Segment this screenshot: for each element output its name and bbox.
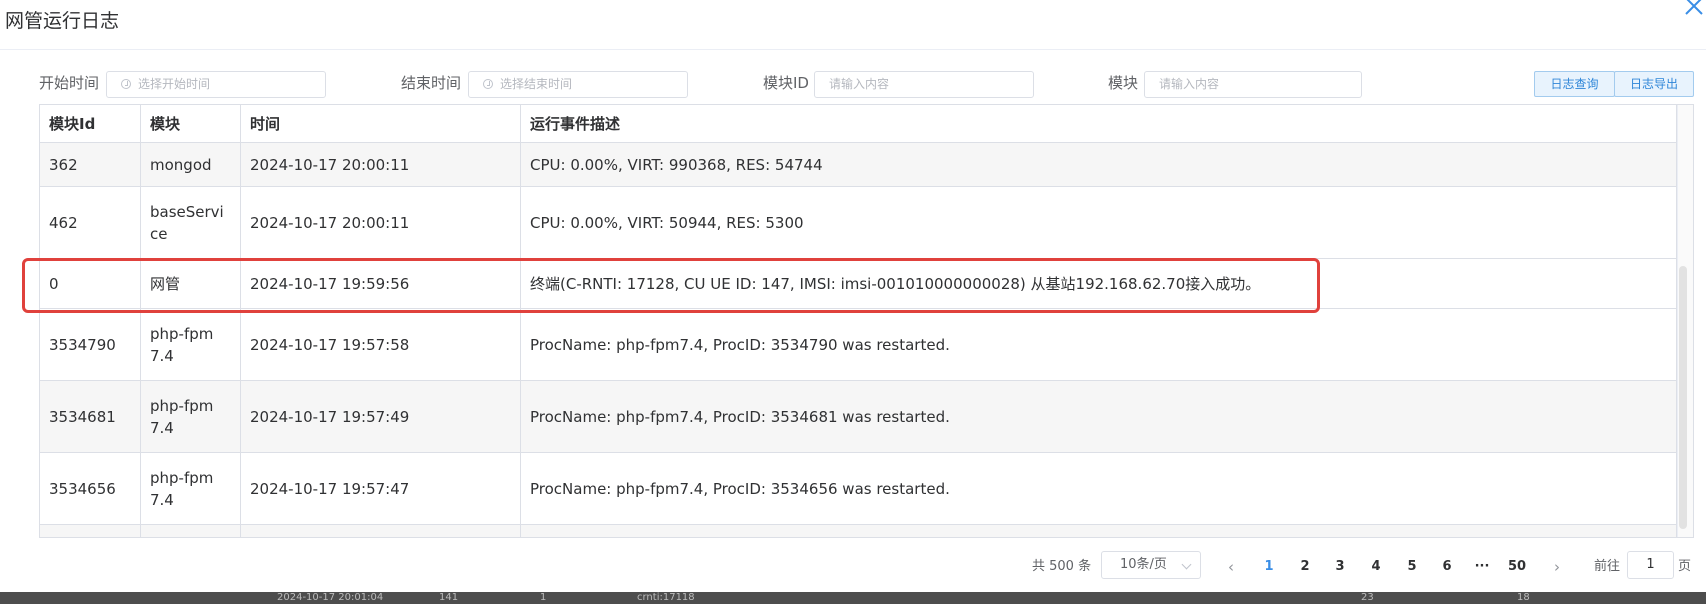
background-cell: 18: [1517, 592, 1530, 603]
chevron-down-icon: [1181, 559, 1192, 570]
prev-page-icon[interactable]: ‹: [1221, 553, 1241, 581]
end-time-picker[interactable]: 选择结束时间: [468, 71, 688, 98]
table-row[interactable]: 462 baseService 2024-10-17 20:00:11 CPU:…: [40, 187, 1677, 259]
page-6[interactable]: 6: [1433, 553, 1461, 581]
log-dialog: 网管运行日志 开始时间 选择开始时间 结束时间 选择结束时间 模块ID 请输入内…: [0, 0, 1706, 592]
next-page-icon[interactable]: ›: [1547, 553, 1567, 581]
clock-icon: [483, 79, 493, 89]
module-label: 模块: [1108, 74, 1139, 92]
page-2[interactable]: 2: [1291, 553, 1319, 581]
goto-page-input[interactable]: 1: [1627, 551, 1674, 579]
page-3[interactable]: 3: [1326, 553, 1354, 581]
start-time-label: 开始时间: [39, 74, 100, 92]
cell-time: 2024-10-17 19:57:47: [241, 453, 521, 524]
cell-description: CPU: 0.00%, VIRT: 50944, RES: 5300: [521, 187, 1677, 258]
column-header-module[interactable]: 模块: [141, 105, 241, 143]
background-cell: 141: [439, 592, 459, 603]
background-cell: 23: [1361, 592, 1374, 603]
page-size-value: 10条/页: [1120, 557, 1167, 572]
column-header-module-id[interactable]: 模块Id: [40, 105, 141, 143]
cell-description: ProcName: php-fpm7.4, ProcID: 3534681 wa…: [521, 381, 1677, 452]
cell-time: 2024-10-17 19:57:49: [241, 381, 521, 452]
end-time-label: 结束时间: [401, 74, 462, 92]
background-cell: 1: [540, 592, 547, 603]
cell-time: 2024-10-17 20:00:11: [241, 143, 521, 186]
table-row-partial: [40, 525, 1677, 537]
cell-empty: [521, 525, 1677, 537]
cell-empty: [40, 525, 141, 537]
table-row[interactable]: 3534656 php-fpm7.4 2024-10-17 19:57:47 P…: [40, 453, 1677, 525]
goto-label: 前往: [1594, 559, 1621, 574]
cell-module: php-fpm7.4: [141, 453, 241, 524]
cell-description: ProcName: php-fpm7.4, ProcID: 3534790 wa…: [521, 309, 1677, 380]
cell-module-id: 362: [40, 143, 141, 186]
table-body: 362 mongod 2024-10-17 20:00:11 CPU: 0.00…: [40, 143, 1677, 537]
page-5[interactable]: 5: [1398, 553, 1426, 581]
table-row[interactable]: 362 mongod 2024-10-17 20:00:11 CPU: 0.00…: [40, 143, 1677, 187]
log-table: 模块Id 模块 时间 运行事件描述 362 mongod 2024-10-17 …: [39, 104, 1694, 538]
background-table-row: 2024-10-17 20:01:04 141 1 crnti:17118 23…: [0, 592, 1706, 604]
close-icon[interactable]: [1682, 0, 1706, 18]
module-input[interactable]: 请输入内容: [1144, 71, 1362, 98]
pagination-total: 共 500 条: [1032, 559, 1092, 574]
page-size-select[interactable]: 10条/页: [1101, 551, 1201, 579]
cell-module: mongod: [141, 143, 241, 186]
table-header: 模块Id 模块 时间 运行事件描述: [40, 105, 1677, 143]
clock-icon: [121, 79, 131, 89]
cell-description: CPU: 0.00%, VIRT: 990368, RES: 54744: [521, 143, 1677, 186]
dialog-title: 网管运行日志: [5, 10, 120, 32]
cell-empty: [241, 525, 521, 537]
module-id-label: 模块ID: [763, 74, 809, 92]
cell-module-id: 3534681: [40, 381, 141, 452]
page-1[interactable]: 1: [1255, 553, 1283, 581]
table-scrollbar-thumb[interactable]: [1679, 266, 1687, 529]
table-row[interactable]: 3534681 php-fpm7.4 2024-10-17 19:57:49 P…: [40, 381, 1677, 453]
module-id-input[interactable]: 请输入内容: [814, 71, 1034, 98]
cell-module: php-fpm7.4: [141, 309, 241, 380]
cell-module-id: 3534656: [40, 453, 141, 524]
cell-module: php-fpm7.4: [141, 381, 241, 452]
cell-description: ProcName: php-fpm7.4, ProcID: 3534656 wa…: [521, 453, 1677, 524]
cell-module-id: 462: [40, 187, 141, 258]
column-header-time[interactable]: 时间: [241, 105, 521, 143]
page-4[interactable]: 4: [1362, 553, 1390, 581]
log-query-button[interactable]: 日志查询: [1534, 71, 1615, 97]
dialog-header: 网管运行日志: [0, 0, 1706, 50]
cell-empty: [141, 525, 241, 537]
table-row[interactable]: 3534790 php-fpm7.4 2024-10-17 19:57:58 P…: [40, 309, 1677, 381]
cell-time: 2024-10-17 19:57:58: [241, 309, 521, 380]
cell-module-id: 3534790: [40, 309, 141, 380]
cell-module: baseService: [141, 187, 241, 258]
page-more[interactable]: ···: [1468, 553, 1496, 581]
background-time: 2024-10-17 20:01:04: [277, 592, 384, 603]
page-suffix-label: 页: [1678, 559, 1692, 574]
column-header-description[interactable]: 运行事件描述: [521, 105, 1677, 143]
cell-time: 2024-10-17 20:00:11: [241, 187, 521, 258]
log-export-button[interactable]: 日志导出: [1614, 71, 1694, 97]
start-time-picker[interactable]: 选择开始时间: [106, 71, 326, 98]
page-50[interactable]: 50: [1503, 553, 1531, 581]
background-cell: crnti:17118: [637, 592, 695, 603]
highlight-annotation: [22, 258, 1320, 313]
